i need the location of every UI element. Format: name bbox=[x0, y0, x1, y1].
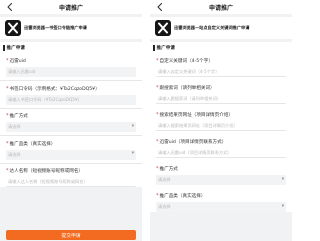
field-label: 推广方式 bbox=[159, 167, 178, 172]
field-label: 推广方式 bbox=[9, 114, 28, 120]
promo-method-select[interactable]: 请选择 ▾ bbox=[156, 175, 286, 185]
field-label: 自定义关键词（4-5个字） bbox=[159, 59, 213, 64]
section-title: 推广申请 bbox=[6, 45, 25, 51]
app-subtitle: 迅雷浏览器—书签口令链推广申请 bbox=[24, 25, 87, 30]
field-placeholder: 请选择 bbox=[8, 151, 21, 157]
form-field-keyword: * 自定义关键词（4-5个字） 请输入自定义关键词（4-5个字） bbox=[156, 53, 286, 77]
section-title: 推广申请 bbox=[156, 45, 175, 51]
back-arrow-icon[interactable] bbox=[5, 2, 15, 12]
title-bar: 申请推广 bbox=[150, 0, 292, 14]
app-subtitle: 迅雷浏览器—站点自定义关键词推广申请 bbox=[174, 25, 250, 30]
app-header: 迅雷浏览器—书签口令链推广申请 bbox=[0, 17, 142, 39]
required-asterisk: * bbox=[156, 193, 159, 199]
required-asterisk: * bbox=[6, 140, 9, 147]
form-field-influencer-name: * 达人名称（短视频账号昵称或网名） 请输入达人名称（短视频账号昵称或网名） bbox=[6, 163, 136, 188]
required-asterisk: * bbox=[6, 85, 9, 92]
dropdown-caret-icon: ▾ bbox=[131, 123, 134, 129]
promo-method-select[interactable]: 请选择 ▾ bbox=[6, 122, 136, 133]
uid-input[interactable]: 请输入迅雷uid bbox=[6, 67, 136, 77]
submit-button-label: 提交申请 bbox=[61, 233, 81, 239]
field-placeholder: 请选择 bbox=[158, 204, 171, 209]
field-placeholder: 请输入跟搜索词（请列举相关词） bbox=[158, 95, 221, 101]
field-placeholder: 请输入迅雷uid bbox=[8, 69, 36, 74]
form-field-promo-method: * 推广方式 请选择 ▾ bbox=[6, 108, 136, 133]
application-form: * 自定义关键词（4-5个字） 请输入自定义关键词（4-5个字） * 跟搜索词（请列… bbox=[150, 53, 292, 212]
field-label: 迅雷uid bbox=[9, 59, 26, 64]
page-title: 申请推广 bbox=[58, 4, 83, 12]
field-placeholder: 请输入达人名称（短视频账号昵称或网名） bbox=[8, 178, 88, 184]
app-logo-icon bbox=[155, 20, 171, 36]
field-placeholder: 请输入迅雷uid（项目详情页联系方式） bbox=[158, 149, 232, 155]
required-asterisk: * bbox=[6, 168, 9, 175]
dropdown-caret-icon: ▾ bbox=[281, 176, 284, 182]
required-asterisk: * bbox=[156, 58, 159, 64]
back-arrow-icon[interactable] bbox=[155, 2, 165, 12]
field-placeholder: 请输入自定义关键词（4-5个字） bbox=[158, 68, 220, 74]
form-field-promo-method: * 推广方式 请选择 ▾ bbox=[156, 161, 286, 185]
required-asterisk: * bbox=[6, 58, 9, 64]
field-placeholder: 请输入书签口令码（¥Ta2CqzoDQ5¥） bbox=[8, 96, 82, 102]
keyword-input[interactable]: 请输入自定义关键词（4-5个字） bbox=[156, 67, 286, 77]
influencer-name-input[interactable]: 请输入达人名称（短视频账号昵称或网名） bbox=[6, 177, 136, 188]
form-field-category: * 推广品类（真实选择） 请选择 ▾ bbox=[156, 188, 286, 212]
uid-input[interactable]: 请输入迅雷uid（项目详情页联系方式） bbox=[156, 148, 286, 158]
section-header: 推广申请 bbox=[0, 42, 142, 53]
form-field-bookmark-code: * 书签口令码（示例格式：¥Ta2CqzoDQ5¥） 请输入书签口令码（¥Ta2C… bbox=[6, 81, 136, 105]
right-phone-screen: 申请推广 迅雷浏览器—站点自定义关键词推广申请 推广申请 * 自定义关键词（4-5… bbox=[150, 0, 292, 241]
field-placeholder: 请输入搜索结果页网址（项目详情页介绍） bbox=[158, 122, 238, 128]
form-field-category: * 推广品类（真实选择） 请选择 ▾ bbox=[6, 136, 136, 160]
field-placeholder: 请选择 bbox=[8, 124, 21, 130]
field-placeholder: 请选择 bbox=[158, 177, 171, 182]
dropdown-caret-icon: ▾ bbox=[281, 203, 284, 209]
required-asterisk: * bbox=[156, 112, 159, 118]
form-field-uid: * 迅雷uid 请输入迅雷uid bbox=[6, 53, 136, 77]
app-header: 迅雷浏览器—站点自定义关键词推广申请 bbox=[150, 17, 292, 39]
field-label: 跟搜索词（请列举相关词） bbox=[159, 86, 215, 91]
required-asterisk: * bbox=[156, 85, 159, 91]
required-asterisk: * bbox=[156, 166, 159, 172]
title-bar: 申请推广 bbox=[0, 0, 142, 14]
app-logo-icon bbox=[5, 20, 21, 36]
required-asterisk: * bbox=[6, 113, 9, 120]
screens: 申请推广 迅雷浏览器—书签口令链推广申请 推广申请 * 迅雷uid 请输入迅雷ui… bbox=[0, 0, 293, 241]
field-label: 推广品类（真实选择） bbox=[159, 194, 206, 199]
field-label: 达人名称（短视频账号昵称或网名） bbox=[9, 169, 84, 175]
required-asterisk: * bbox=[156, 139, 159, 145]
page-title: 申请推广 bbox=[208, 4, 233, 12]
field-label: 迅雷uid（项目详情页联系方式） bbox=[159, 140, 227, 145]
section-accent-bar bbox=[3, 44, 5, 51]
category-select[interactable]: 请选择 ▾ bbox=[156, 202, 286, 212]
category-select[interactable]: 请选择 ▾ bbox=[6, 149, 136, 160]
submit-button[interactable]: 提交申请 bbox=[6, 230, 136, 240]
form-field-result-url: * 搜索结果页网址（项目详情页介绍） 请输入搜索结果页网址（项目详情页介绍） bbox=[156, 107, 286, 131]
section-header: 推广申请 bbox=[150, 42, 292, 53]
field-label: 搜索结果页网址（项目详情页介绍） bbox=[159, 113, 234, 118]
result-url-input[interactable]: 请输入搜索结果页网址（项目详情页介绍） bbox=[156, 121, 286, 131]
bookmark-code-input[interactable]: 请输入书签口令码（¥Ta2CqzoDQ5¥） bbox=[6, 94, 136, 105]
form-field-related-words: * 跟搜索词（请列举相关词） 请输入跟搜索词（请列举相关词） bbox=[156, 80, 286, 104]
field-label: 推广品类（真实选择） bbox=[9, 141, 56, 147]
form-field-uid: * 迅雷uid（项目详情页联系方式） 请输入迅雷uid（项目详情页联系方式） bbox=[156, 134, 286, 158]
left-phone-screen: 申请推广 迅雷浏览器—书签口令链推广申请 推广申请 * 迅雷uid 请输入迅雷ui… bbox=[0, 0, 142, 241]
field-label: 书签口令码（示例格式：¥Ta2CqzoDQ5¥） bbox=[9, 86, 100, 92]
application-form: * 迅雷uid 请输入迅雷uid * 书签口令码（示例格式：¥Ta2CqzoDQ5¥… bbox=[0, 53, 142, 188]
related-words-input[interactable]: 请输入跟搜索词（请列举相关词） bbox=[156, 94, 286, 104]
section-accent-bar bbox=[153, 44, 155, 51]
dropdown-caret-icon: ▾ bbox=[131, 151, 134, 157]
